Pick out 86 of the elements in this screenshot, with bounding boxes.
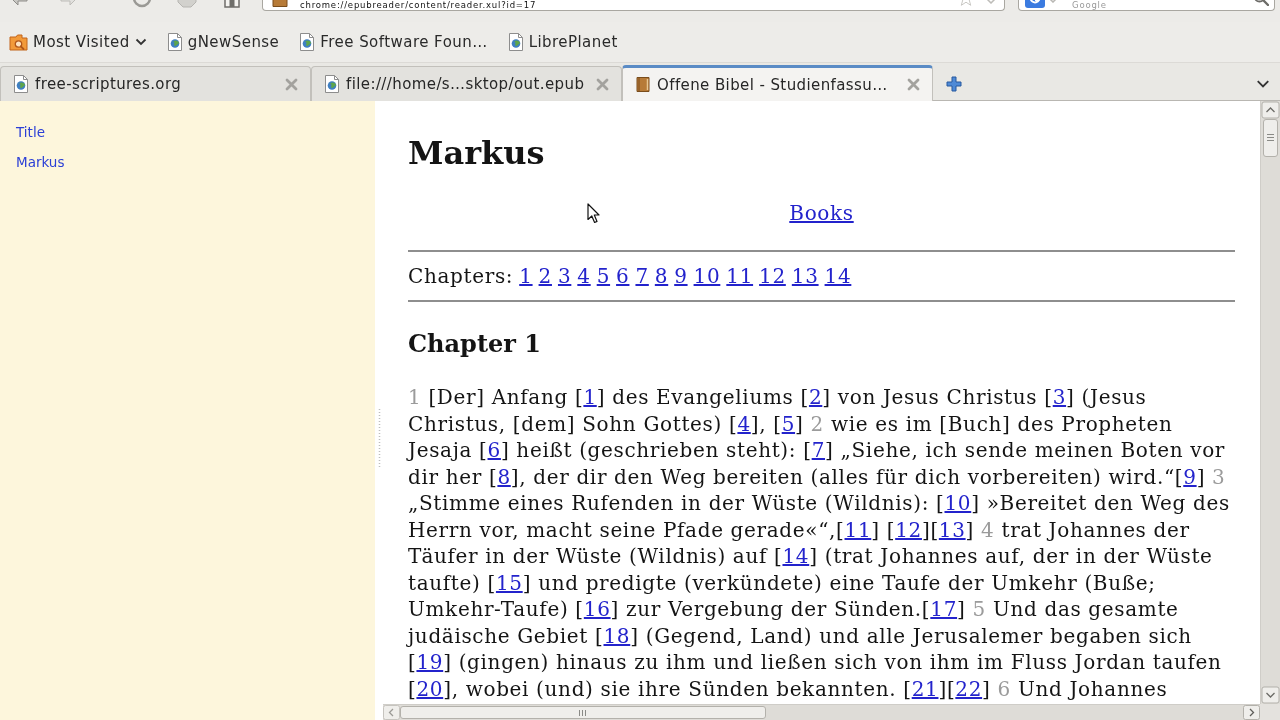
vertical-scrollbar[interactable] bbox=[1260, 101, 1280, 704]
globe-page-icon bbox=[166, 33, 183, 51]
folder-search-icon bbox=[9, 33, 28, 51]
book-icon bbox=[271, 0, 289, 7]
bookmark-button[interactable]: gNewSense bbox=[163, 31, 283, 53]
close-icon[interactable] bbox=[596, 77, 609, 91]
bookmark-button[interactable]: LibrePlanet bbox=[504, 31, 621, 53]
globe-page-icon bbox=[507, 33, 524, 51]
footnote-link[interactable]: 12 bbox=[895, 517, 922, 542]
scrollbar-corner bbox=[1260, 704, 1280, 720]
verse-paragraph: 1 [Der] Anfang [1] des Evangeliums [2] von Jesus Christus [3] (Jesus Christus, [dem] Sohn Gottes) [4], [5] 2 wie es im [Buch] des Propheten Jesaja [6] heißt (geschrieben steht): [7] „Siehe, ich sende meinen Boten vor dir her [8], der dir den Weg bereiten (alles für dich vorbereiten) wird.“[9] 3 „Stimme eines Rufenden in der Wüste (Wildnis): [10] »Bereitet den Weg des Herrn vor, macht seine Pfade gerade«“,[11] [12][13] 4 trat Johannes der Täufer in der Wüste (Wildnis) auf [14] (trat Johannes auf, der in der Wüste taufte) [15] und predigte (verkündete) eine Taufe der Umkehr (Buße; Umkehr-Taufe) [16] zur Vergebung der Sünden.[17] 5 Und das gesamte judäische Gebiet [18] (Gegend, Land) und alle Jerusalemer begaben sich [19] (gingen) hinaus zu ihm und ließen sich von ihm im Fluss Jordan taufen [20], wobei (und) sie ihre Sünden bekannten. [21][22] 6 Und Johannes bbox=[408, 384, 1231, 702]
chapter-link[interactable]: 8 bbox=[654, 262, 669, 290]
sidebar-link[interactable]: Title bbox=[16, 117, 45, 147]
chapter-link[interactable]: 14 bbox=[824, 262, 852, 290]
footnote-link[interactable]: 13 bbox=[938, 517, 966, 542]
mouse-cursor-icon bbox=[587, 203, 600, 224]
scrollbar-thumb[interactable] bbox=[400, 706, 766, 719]
footnote-link[interactable]: 2 bbox=[808, 385, 823, 409]
footnote-link[interactable]: 3 bbox=[1052, 385, 1067, 409]
globe-page-icon bbox=[13, 75, 29, 93]
chapter-link[interactable]: 1 bbox=[519, 262, 533, 290]
star-icon[interactable] bbox=[958, 0, 974, 6]
footnote-link[interactable]: 4 bbox=[737, 411, 751, 436]
chapter-link[interactable]: 5 bbox=[596, 262, 611, 290]
chapter-link[interactable]: 9 bbox=[674, 262, 688, 290]
url-field[interactable]: chrome://epubreader/content/reader.xul?id=17 bbox=[262, 0, 1005, 11]
chapter-link[interactable]: 12 bbox=[759, 262, 786, 290]
footnote-link[interactable]: 1 bbox=[583, 385, 597, 409]
caret-icon[interactable] bbox=[986, 0, 996, 4]
reload-icon[interactable] bbox=[131, 0, 153, 9]
close-icon[interactable] bbox=[285, 77, 298, 91]
chapter-link[interactable]: 6 bbox=[616, 262, 630, 290]
bookmark-button[interactable]: Most Visited bbox=[6, 31, 150, 53]
book-icon bbox=[635, 76, 651, 93]
chapters-label: Chapters: bbox=[408, 262, 514, 290]
footnote-link[interactable]: 14 bbox=[782, 544, 810, 568]
chapter-link[interactable]: 4 bbox=[577, 262, 591, 290]
close-icon[interactable] bbox=[907, 78, 920, 91]
search-placeholder: Google bbox=[1072, 0, 1107, 10]
chapter-heading: Chapter 1 bbox=[408, 329, 541, 359]
globe-page-icon bbox=[299, 33, 316, 51]
new-tab-plus-icon[interactable] bbox=[946, 76, 962, 92]
books-link[interactable]: Books bbox=[789, 200, 854, 228]
globe-page-icon bbox=[324, 75, 340, 93]
browser-tab[interactable]: file:///home/s…sktop/out.epub bbox=[311, 66, 622, 101]
chapter-link[interactable]: 13 bbox=[791, 262, 819, 290]
chapter-link[interactable]: 2 bbox=[538, 262, 552, 290]
search-icon[interactable] bbox=[1253, 0, 1269, 6]
footnote-link[interactable]: 11 bbox=[844, 517, 872, 542]
scroll-left-icon[interactable] bbox=[383, 705, 400, 720]
horizontal-scrollbar[interactable] bbox=[383, 704, 1260, 720]
browser-tab[interactable]: Offene Bibel - Studienfassu… bbox=[622, 65, 933, 101]
scroll-right-icon[interactable] bbox=[1243, 705, 1260, 720]
chevron-down-icon[interactable] bbox=[134, 38, 147, 46]
home-icon[interactable] bbox=[221, 0, 243, 9]
scroll-up-icon[interactable] bbox=[1261, 101, 1280, 119]
scroll-down-icon[interactable] bbox=[1261, 686, 1280, 704]
bookmark-button[interactable]: Free Software Foun… bbox=[296, 31, 491, 53]
footnote-link[interactable]: 21 bbox=[911, 676, 939, 701]
chapter-link[interactable]: 10 bbox=[693, 262, 721, 290]
footnote-link[interactable]: 6 bbox=[487, 438, 501, 462]
footnote-link[interactable]: 7 bbox=[811, 438, 826, 462]
search-engine-icon[interactable] bbox=[1025, 0, 1045, 8]
footnote-link[interactable]: 15 bbox=[495, 570, 523, 595]
splitter-grip-icon[interactable] bbox=[377, 409, 381, 467]
footnote-link[interactable]: 16 bbox=[583, 597, 611, 621]
stop-icon[interactable] bbox=[176, 0, 198, 9]
browser-tab[interactable]: free-scriptures.org bbox=[0, 66, 311, 101]
footnote-link[interactable]: 20 bbox=[416, 676, 444, 701]
footnote-link[interactable]: 10 bbox=[944, 491, 972, 515]
footnote-link[interactable]: 22 bbox=[955, 676, 983, 701]
footnote-link[interactable]: 9 bbox=[1183, 464, 1197, 489]
footnote-link[interactable]: 19 bbox=[416, 650, 444, 674]
chevron-down-icon[interactable] bbox=[1256, 79, 1270, 89]
caret-icon[interactable] bbox=[1049, 0, 1057, 3]
chapter-link[interactable]: 3 bbox=[557, 262, 572, 290]
footnote-link[interactable]: 17 bbox=[930, 597, 958, 621]
footnote-link[interactable]: 5 bbox=[781, 411, 796, 436]
chapter-link[interactable]: 7 bbox=[635, 262, 649, 290]
footnote-link[interactable]: 18 bbox=[603, 623, 631, 648]
url-text: chrome://epubreader/content/reader.xul?id=17 bbox=[300, 0, 537, 10]
scrollbar-thumb[interactable] bbox=[1263, 119, 1278, 157]
book-title: Markus bbox=[408, 134, 545, 172]
chapter-link[interactable]: 11 bbox=[726, 262, 754, 290]
footnote-link[interactable]: 8 bbox=[497, 464, 511, 489]
sidebar-link[interactable]: Markus bbox=[16, 147, 65, 177]
